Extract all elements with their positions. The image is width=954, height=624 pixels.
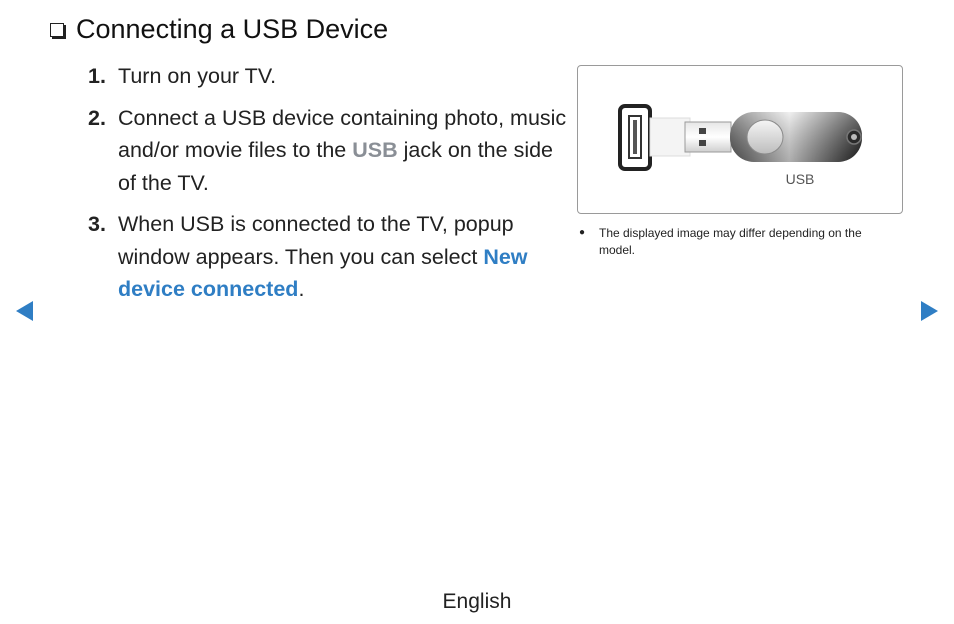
left-arrow-icon[interactable] [16, 301, 33, 321]
step-text: Turn on your TV. [118, 64, 277, 88]
usb-drive-icon [618, 104, 862, 171]
step-number: 2. [88, 105, 106, 130]
page-heading: Connecting a USB Device [50, 14, 388, 45]
step-number: 3. [88, 212, 106, 236]
right-arrow-icon[interactable] [921, 301, 938, 321]
step-1: 1. Turn on your TV. [88, 60, 568, 93]
step-text: Connect a USB device containing photo, m… [118, 102, 568, 200]
step-list: 1. Turn on your TV. 2. Connect a USB dev… [88, 60, 568, 315]
step-2: 2. Connect a USB device containing photo… [88, 102, 568, 200]
checkbox-icon [50, 22, 64, 37]
bullet-icon: ● [579, 227, 586, 238]
page-title: Connecting a USB Device [76, 14, 389, 44]
step-number: 1. [88, 64, 106, 88]
note: ● The displayed image may differ dependi… [579, 225, 899, 258]
footer-language: English [442, 590, 512, 613]
usb-illustration: USB [577, 65, 903, 214]
step-text: When USB is connected to the TV, popup w… [118, 208, 568, 306]
step-3: 3. When USB is connected to the TV, popu… [88, 208, 568, 306]
note-text: The displayed image may differ depending… [599, 226, 862, 257]
usb-label: USB [785, 171, 815, 187]
step-text-post: . [298, 277, 305, 301]
step-text-pre: When USB is connected to the TV, popup w… [118, 212, 514, 269]
usb-highlight: USB [352, 138, 398, 162]
